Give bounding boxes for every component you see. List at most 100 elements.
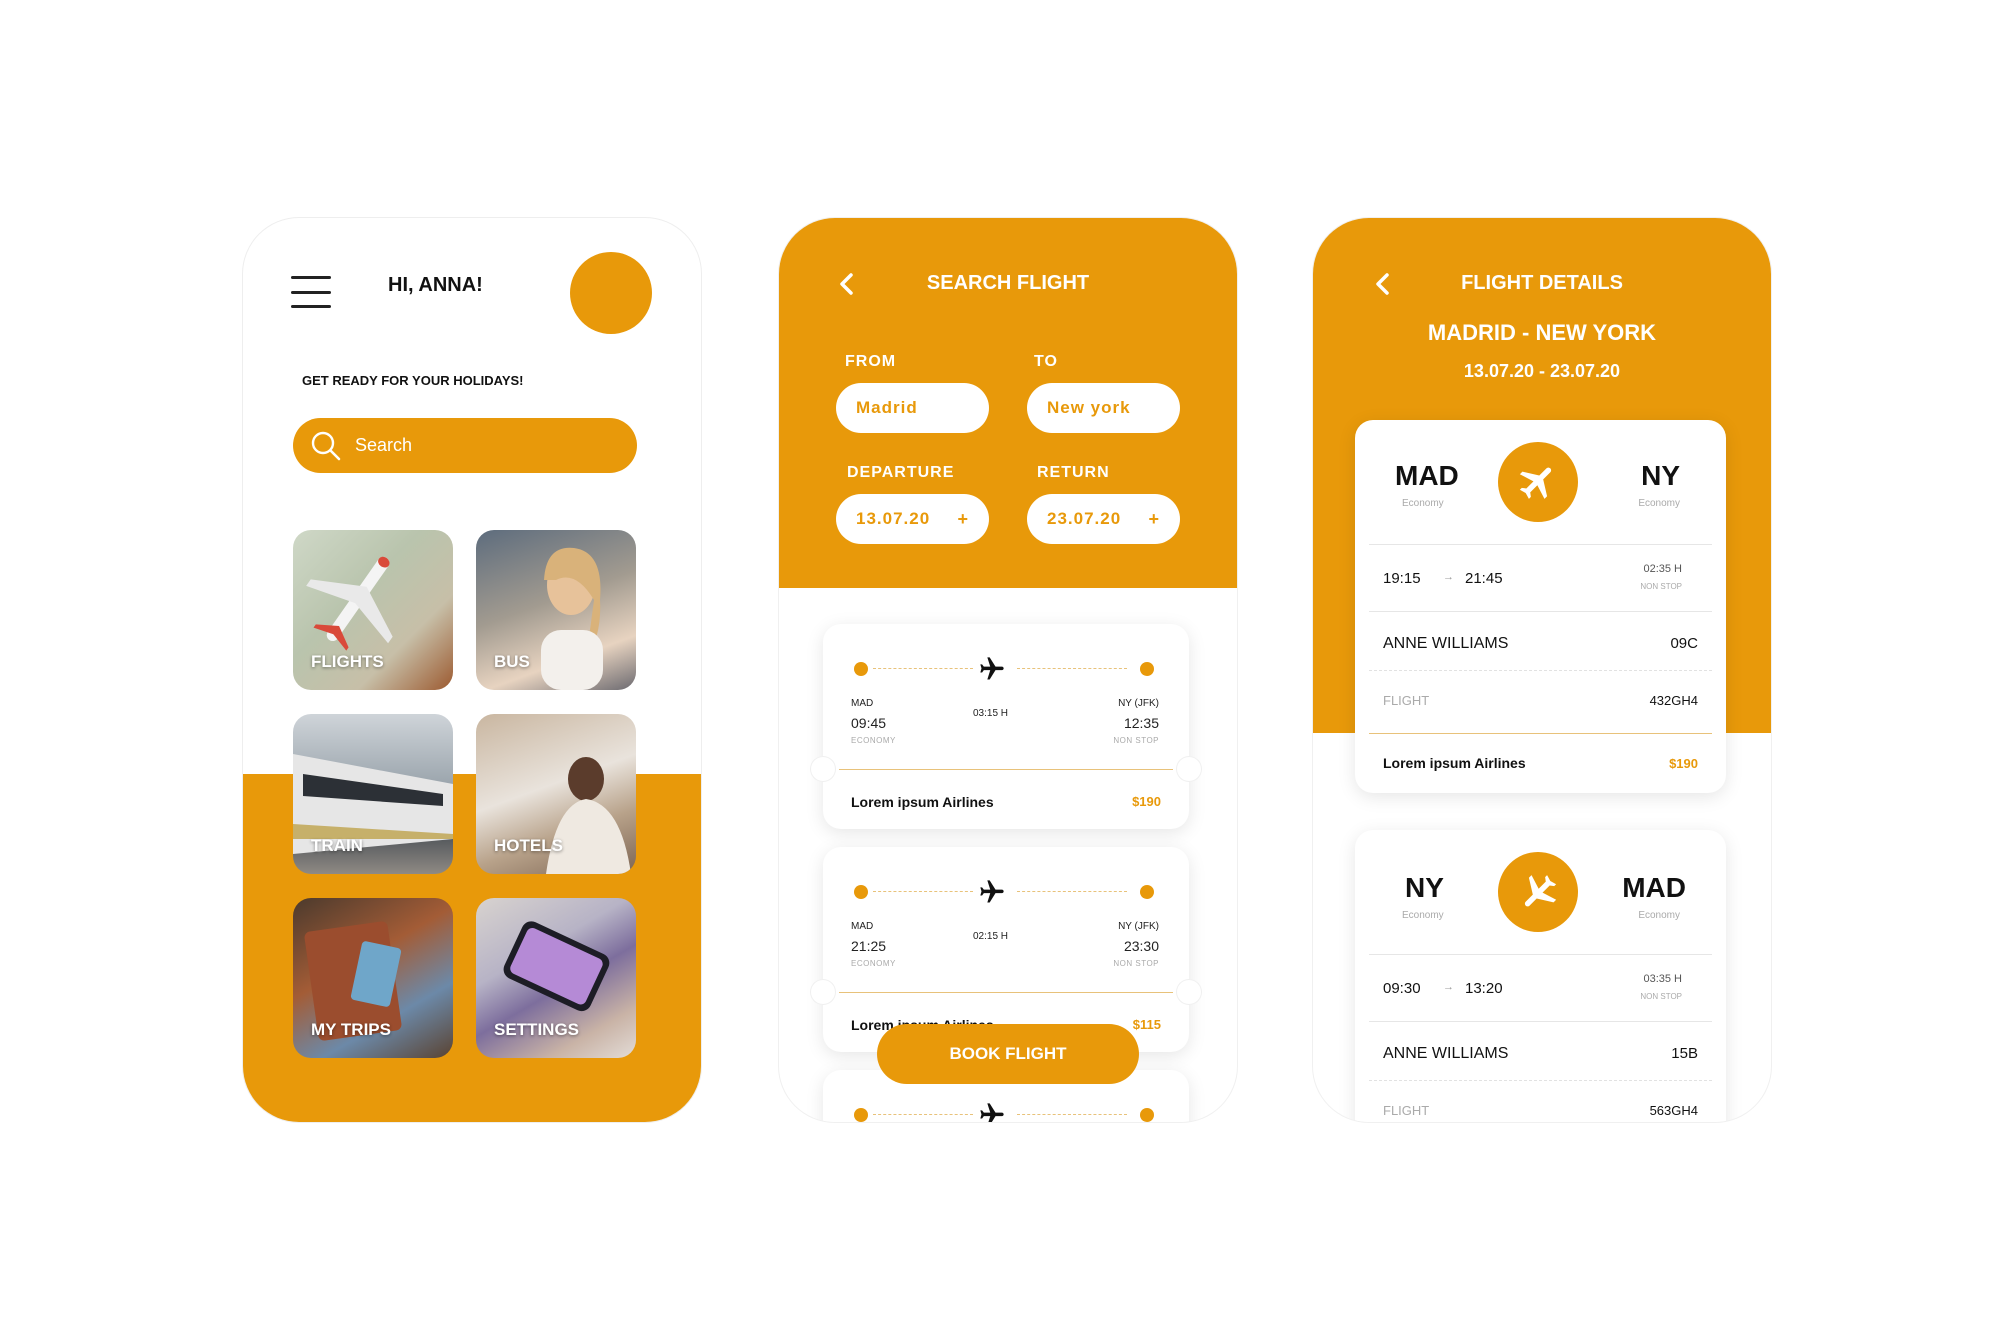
search-input[interactable]: Search [293, 418, 637, 473]
airline-name: Lorem ipsum Airlines [1383, 755, 1526, 771]
ticket-divider [839, 769, 1173, 770]
tile-hotels[interactable]: HOTELS [476, 714, 636, 874]
flight-details-screen: FLIGHT DETAILS MADRID - NEW YORK 13.07.2… [1313, 218, 1771, 1122]
passenger-name: ANNE WILLIAMS [1383, 635, 1509, 652]
arrive-time: 23:30 [1123, 938, 1159, 954]
arrive-time: 13:20 [1465, 980, 1503, 997]
flight-result-card[interactable]: MAD 09:45 ECONOMY 03:15 H NY (JFK) 12:35… [810, 624, 1202, 829]
tile-label: BUS [494, 652, 530, 671]
ticket-notch [1176, 979, 1202, 1005]
search-placeholder: Search [355, 435, 413, 455]
price: $115 [1132, 1017, 1161, 1032]
tile-my-trips[interactable]: MY TRIPS [293, 898, 453, 1058]
tile-settings[interactable]: SETTINGS [476, 898, 636, 1058]
bus-photo [541, 547, 603, 690]
destination-class: Economy [1638, 910, 1680, 921]
departure-label: DEPARTURE [847, 464, 955, 481]
book-flight-button[interactable]: BOOK FLIGHT [877, 1024, 1139, 1084]
route-line [873, 1114, 973, 1115]
origin-code: MAD [851, 698, 874, 709]
destination-code: NY (JFK) [1118, 921, 1159, 932]
passenger-name: ANNE WILLIAMS [1383, 1045, 1509, 1062]
departure-plane-icon [1498, 442, 1578, 522]
airplane-icon [980, 657, 1004, 680]
departure-date-field[interactable]: 13.07.20 + [836, 494, 989, 544]
from-field[interactable]: Madrid [836, 383, 989, 433]
airline-name: Lorem ipsum Airlines [851, 794, 994, 810]
seat-number: 15B [1671, 1045, 1698, 1062]
tile-label: SETTINGS [494, 1020, 580, 1039]
from-value: Madrid [856, 398, 918, 417]
search-flight-screen: SEARCH FLIGHT FROM TO Madrid New york DE… [779, 218, 1237, 1122]
arrow-right-icon: → [1443, 981, 1454, 993]
flight-number: 563GH4 [1649, 1103, 1698, 1118]
tile-flights[interactable]: FLIGHTS [293, 530, 453, 690]
return-flight-card[interactable]: NY Economy MAD Economy 09:30 → 13:20 03:… [1355, 830, 1726, 1122]
depart-time: 19:15 [1383, 570, 1421, 587]
destination-class: Economy [1638, 498, 1680, 509]
divider [1369, 670, 1712, 671]
greeting-text: HI, ANNA! [388, 274, 483, 296]
tile-label: TRAIN [311, 836, 363, 855]
destination-code: NY (JFK) [1118, 698, 1159, 709]
stops: NON STOP [1640, 582, 1682, 591]
tile-label: MY TRIPS [311, 1020, 391, 1039]
flight-label: FLIGHT [1383, 693, 1430, 708]
origin-class: Economy [1402, 498, 1444, 509]
origin-code: NY [1405, 872, 1444, 903]
seat-number: 09C [1670, 635, 1698, 652]
cabin-class: ECONOMY [851, 959, 896, 968]
flight-route: MAD 21:25 ECONOMY 02:15 H NY (JFK) 23:30… [823, 847, 1189, 992]
departure-value: 13.07.20 [856, 509, 931, 528]
destination-code: NY [1641, 460, 1680, 491]
to-field[interactable]: New york [1027, 383, 1180, 433]
plus-icon[interactable]: + [1148, 509, 1160, 530]
destination-dot [1140, 1108, 1154, 1122]
return-date-field[interactable]: 23.07.20 + [1027, 494, 1180, 544]
cabin-class: ECONOMY [851, 736, 896, 745]
stops: NON STOP [1640, 992, 1682, 1001]
origin-code: MAD [1395, 460, 1459, 491]
price: $190 [1132, 794, 1161, 809]
origin-dot [854, 662, 868, 676]
flight-duration: 02:35 H [1643, 563, 1682, 575]
depart-time: 21:25 [851, 938, 887, 954]
route-line [1017, 891, 1127, 892]
date-range: 13.07.20 - 23.07.20 [1463, 361, 1621, 381]
divider [1369, 544, 1712, 545]
tile-bus[interactable]: BUS [476, 530, 636, 690]
route-title: MADRID - NEW YORK [1427, 320, 1657, 345]
flight-result-card[interactable]: MAD 21:25 ECONOMY 02:15 H NY (JFK) 23:30… [810, 847, 1202, 1052]
flight-label: FLIGHT [1383, 1103, 1430, 1118]
price: $190 [1669, 756, 1698, 771]
airplane-icon [980, 1103, 1004, 1122]
ticket-notch [810, 756, 836, 782]
flight-duration: 03:35 H [1643, 973, 1682, 985]
ticket-divider [839, 992, 1173, 993]
flight-number: 432GH4 [1649, 693, 1698, 708]
tile-label: FLIGHTS [311, 652, 384, 671]
destination-dot [1140, 662, 1154, 676]
home-screen: HI, ANNA! GET READY FOR YOUR HOLIDAYS! S… [243, 218, 701, 1122]
divider [1369, 611, 1712, 612]
ticket-notch [1176, 756, 1202, 782]
airplane-icon [980, 880, 1004, 903]
outbound-flight-card[interactable]: MAD Economy NY Economy 19:15 → 21:45 02:… [1355, 420, 1726, 793]
route-line [1017, 668, 1127, 669]
flight-route: MAD 09:45 ECONOMY 03:15 H NY (JFK) 12:35… [823, 624, 1189, 769]
flight-duration: 03:15 H [973, 708, 1009, 719]
return-value: 23.07.20 [1047, 509, 1122, 528]
stops: NON STOP [1113, 736, 1159, 745]
arrow-right-icon: → [1443, 571, 1454, 583]
route-line [873, 891, 973, 892]
tile-train[interactable]: TRAIN [293, 714, 453, 874]
plus-icon[interactable]: + [957, 509, 969, 530]
flight-duration: 02:15 H [973, 931, 1009, 942]
arrive-time: 12:35 [1123, 715, 1159, 731]
origin-dot [854, 885, 868, 899]
hamburger-menu-icon[interactable] [291, 276, 331, 308]
tile-label: HOTELS [494, 836, 563, 855]
route-line [873, 668, 973, 669]
from-label: FROM [845, 353, 897, 370]
avatar[interactable] [570, 252, 652, 334]
